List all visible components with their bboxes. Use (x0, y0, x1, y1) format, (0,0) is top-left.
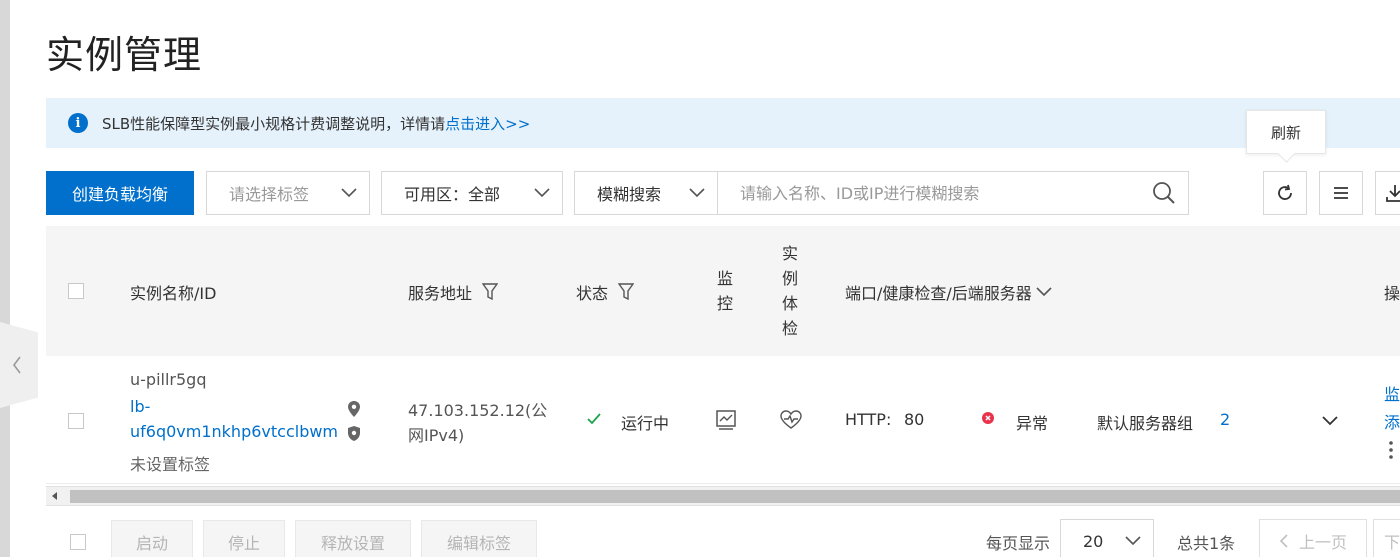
download-button[interactable] (1375, 171, 1400, 215)
total-count: 总共1条 (1177, 534, 1236, 553)
per-page-value: 20 (1083, 531, 1104, 551)
monitor-chart-icon[interactable] (716, 410, 736, 430)
column-header-status: 状态 (576, 280, 635, 304)
list-settings-button[interactable] (1319, 171, 1363, 215)
menu-icon (1334, 187, 1348, 199)
table-row: u-pillr5gq lb- uf6q0vm1nkhp6vtcclbwm 未设置… (46, 356, 1400, 484)
shield-icon (348, 426, 360, 441)
create-load-balancer-button[interactable]: 创建负载均衡 (46, 171, 194, 215)
chevron-left-icon (13, 356, 21, 374)
left-rail (0, 0, 10, 557)
chevron-down-icon (534, 188, 550, 198)
stop-button[interactable]: 停止 (203, 520, 285, 557)
instance-id-link[interactable]: lb- uf6q0vm1nkhp6vtcclbwm (130, 397, 338, 441)
health-check-status: 异常 (1016, 414, 1049, 433)
notice-banner: i SLB性能保障型实例最小规格计费调整说明，详情请 点击进入>> (46, 98, 1400, 148)
notice-link[interactable]: 点击进入>> (445, 113, 530, 134)
edit-tags-button[interactable]: 编辑标签 (421, 520, 537, 557)
release-settings-button[interactable]: 释放设置 (295, 520, 411, 557)
next-page-button[interactable]: 下 (1373, 519, 1400, 557)
row-checkbox[interactable] (68, 413, 84, 433)
chevron-down-icon (689, 188, 705, 198)
server-group-name: 默认服务器组 (1097, 414, 1194, 433)
scrollbar-thumb[interactable] (70, 490, 1400, 503)
tag-select-placeholder: 请选择标签 (229, 185, 310, 204)
listener-protocol: HTTP: (845, 410, 892, 429)
instance-tag: 未设置标签 (130, 455, 211, 474)
check-icon (587, 413, 601, 425)
column-header-ports[interactable]: 端口/健康检查/后端服务器 (845, 280, 1052, 304)
chevron-down-icon (1036, 287, 1052, 297)
search-input[interactable] (740, 183, 1152, 203)
error-icon (982, 412, 994, 424)
column-header-monitor: 监 控 (716, 269, 733, 313)
chevron-down-icon (341, 188, 357, 198)
chevron-left-icon (1279, 534, 1288, 548)
filter-icon[interactable] (482, 283, 499, 301)
service-address: 47.103.152.12(公 网IPv4) (408, 401, 548, 445)
refresh-icon (1278, 184, 1292, 200)
health-heartbeat-icon[interactable] (780, 410, 802, 430)
chevron-down-icon (1125, 536, 1141, 546)
status-text: 运行中 (621, 414, 670, 433)
more-vertical-icon[interactable] (1389, 441, 1393, 459)
search-mode-label: 模糊搜索 (597, 185, 662, 204)
instance-name: u-pillr5gq (130, 370, 207, 389)
footer-select-all-checkbox[interactable] (70, 534, 86, 554)
column-header-address: 服务地址 (408, 280, 499, 304)
column-header-health-check: 实 例 体 检 (781, 244, 798, 338)
sidebar-collapse-toggle[interactable] (0, 322, 38, 408)
filter-icon[interactable] (618, 283, 635, 301)
notice-text: SLB性能保障型实例最小规格计费调整说明，详情请 (102, 114, 446, 133)
location-pin-icon (348, 401, 360, 417)
search-box (717, 171, 1189, 215)
operation-monitor-link[interactable]: 监 (1384, 381, 1400, 405)
download-icon (1386, 185, 1400, 202)
refresh-tooltip: 刷新 (1246, 110, 1326, 154)
page-title: 实例管理 (46, 33, 203, 77)
search-mode-select[interactable]: 模糊搜索 (574, 171, 718, 215)
table-header: 实例名称/ID 服务地址 状态 监 控 实 例 体 检 端口/健康检查/后端服务… (46, 226, 1400, 356)
per-page-select[interactable]: 20 (1060, 519, 1154, 557)
scroll-left-icon[interactable] (52, 492, 57, 500)
operation-add-link[interactable]: 添 (1384, 409, 1400, 433)
listener-port: 80 (904, 410, 925, 429)
refresh-button[interactable] (1263, 171, 1307, 215)
info-icon: i (68, 113, 88, 133)
select-all-checkbox[interactable] (68, 283, 84, 299)
horizontal-scrollbar[interactable] (46, 486, 1400, 506)
start-button[interactable]: 启动 (111, 520, 193, 557)
server-count-link[interactable]: 2 (1220, 410, 1230, 429)
zone-select[interactable]: 可用区：全部 (381, 171, 563, 215)
zone-select-value: 可用区：全部 (404, 185, 501, 204)
chevron-down-icon[interactable] (1322, 416, 1338, 426)
tag-select[interactable]: 请选择标签 (206, 171, 370, 215)
column-header-operations: 操 (1384, 284, 1400, 303)
search-icon[interactable] (1152, 181, 1176, 205)
prev-page-button[interactable]: 上一页 (1259, 519, 1367, 557)
per-page-label: 每页显示 (986, 534, 1051, 553)
column-header-name: 实例名称/ID (130, 284, 217, 303)
